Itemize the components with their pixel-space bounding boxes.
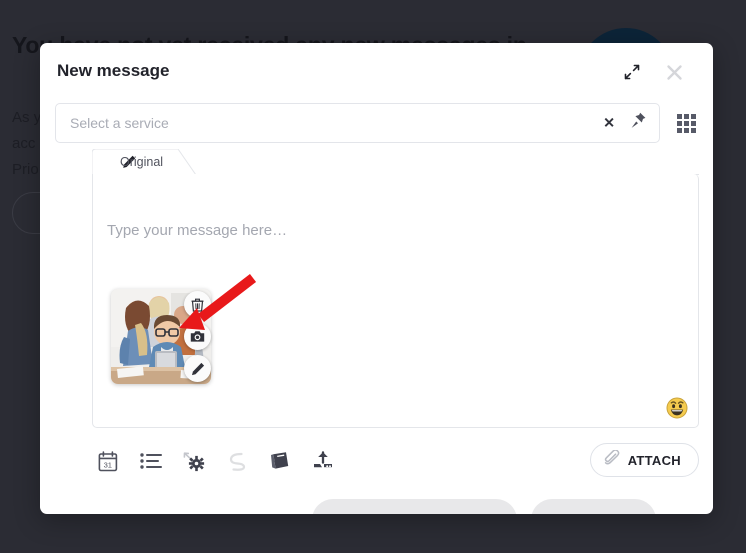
tab-original[interactable]: Original: [92, 149, 210, 175]
service-select[interactable]: Select a service ✕: [55, 103, 660, 143]
upload-icon[interactable]: [307, 445, 339, 477]
modal-header: New message: [40, 43, 713, 99]
shortener-icon[interactable]: [221, 445, 253, 477]
save-button[interactable]: SAVE: [224, 512, 279, 514]
grid-apps-icon[interactable]: [676, 113, 697, 134]
paperclip-icon: [604, 448, 620, 471]
save-label: SAVE: [224, 512, 264, 514]
calendar-icon[interactable]: 31: [92, 445, 124, 477]
grinning-face-emoji[interactable]: [666, 397, 688, 419]
cancel-button[interactable]: CANCEL: [97, 512, 160, 514]
service-selector-row: Select a service ✕: [55, 103, 698, 143]
modal-title: New message: [57, 61, 170, 80]
attachment-thumbnail: [111, 289, 215, 387]
attach-label: ATTACH: [627, 452, 681, 468]
auto-settings-gear-icon[interactable]: [178, 445, 210, 477]
new-message-modal: New message Select a service ✕ Original …: [40, 43, 713, 514]
trash-icon[interactable]: [184, 291, 211, 318]
send-now-button[interactable]: SEND NOW: [530, 499, 656, 514]
service-placeholder: Select a service: [70, 115, 169, 131]
close-icon[interactable]: [663, 61, 685, 83]
library-book-icon[interactable]: [264, 445, 296, 477]
pin-icon[interactable]: [630, 112, 647, 135]
clear-x-icon[interactable]: ✕: [603, 115, 615, 132]
camera-icon[interactable]: [184, 323, 211, 350]
message-placeholder: Type your message here…: [107, 222, 288, 239]
send-for-approval-button[interactable]: SEND FOR APPROVAL: [311, 499, 517, 514]
tab-strip: Original: [92, 149, 699, 175]
editor-toolbar: 31 ATTACH: [92, 441, 699, 481]
svg-text:31: 31: [104, 460, 112, 469]
tab-original-label: Original: [120, 155, 164, 169]
message-editor[interactable]: Type your message here…: [92, 174, 699, 428]
pencil-icon[interactable]: [184, 355, 211, 382]
modal-footer: CANCEL SAVE SEND FOR APPROVAL SEND NOW: [40, 489, 713, 514]
attach-button[interactable]: ATTACH: [589, 443, 699, 477]
list-icon[interactable]: [135, 445, 167, 477]
expand-arrows-icon[interactable]: [621, 61, 643, 83]
attachment-actions: [184, 291, 211, 382]
